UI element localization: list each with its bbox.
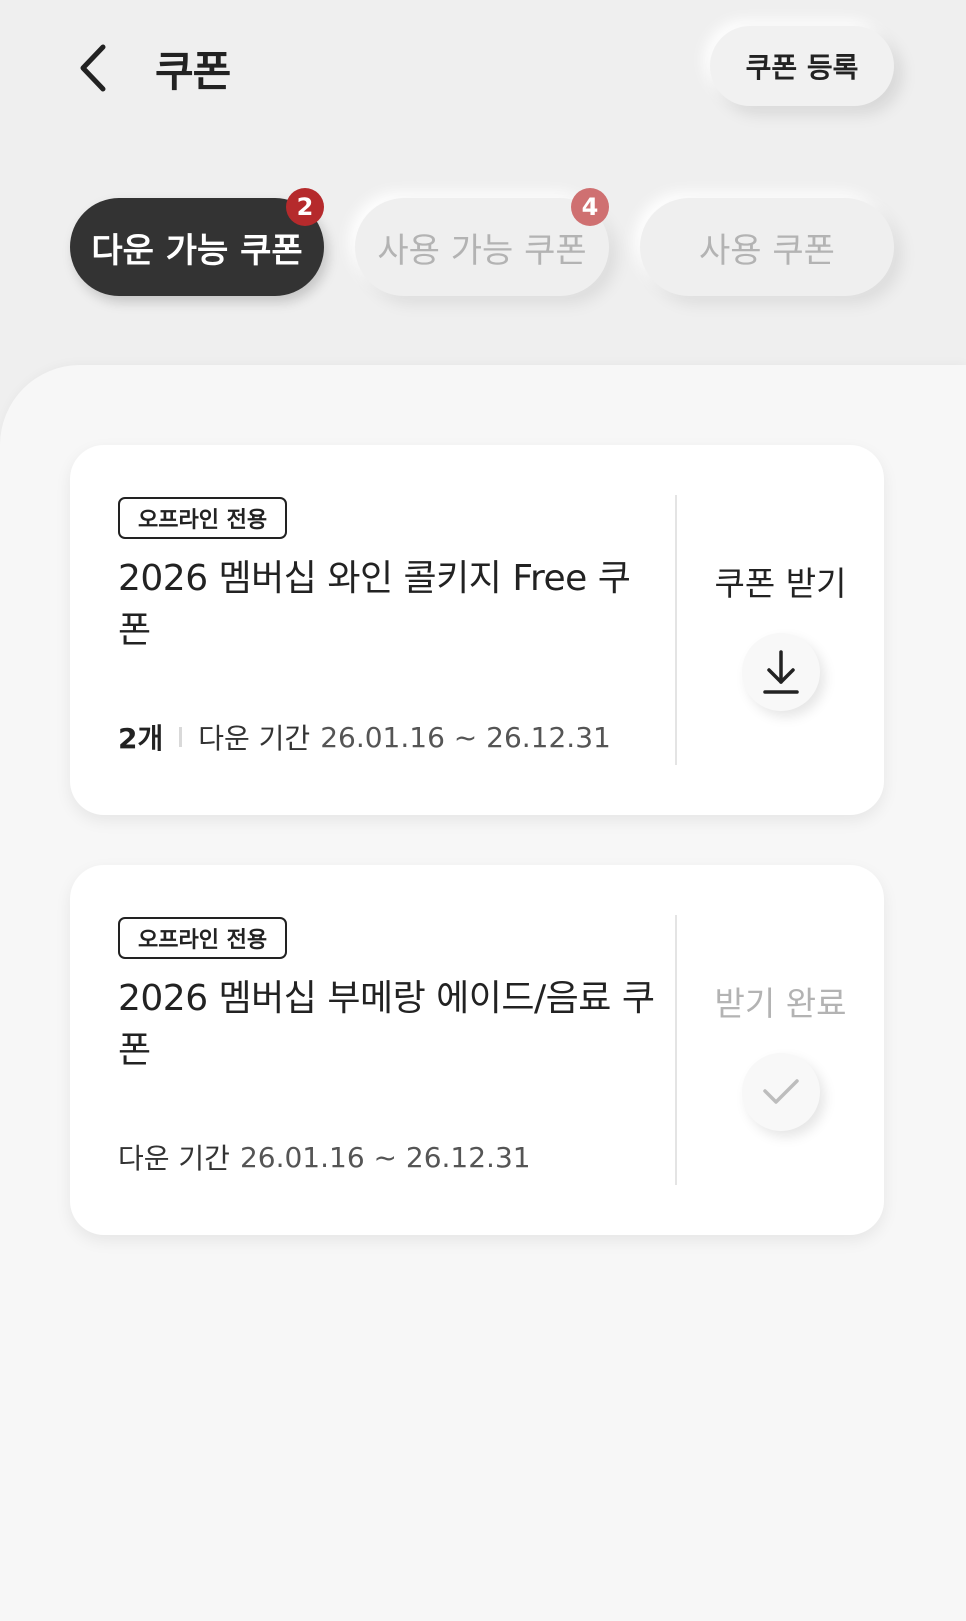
period-dates: 26.01.16 ~ 26.12.31 <box>239 1140 531 1174</box>
offline-only-tag: 오프라인 전용 <box>118 917 288 959</box>
coupon-register-button[interactable]: 쿠폰 등록 <box>710 26 894 106</box>
count-badge: 4 <box>571 188 609 226</box>
tab-label: 다운 가능 쿠폰 <box>91 230 303 271</box>
coupon-card: 오프라인 전용 2026 멤버십 부메랑 에이드/음료 쿠폰 다운 기간 26.… <box>70 865 884 1235</box>
download-coupon-button[interactable] <box>742 633 820 711</box>
period-label: 다운 기간 <box>118 1142 230 1175</box>
coupon-title: 2026 멤버십 부메랑 에이드/음료 쿠폰 <box>118 978 655 1071</box>
tab-used-coupons[interactable]: 사용 쿠폰 <box>640 198 894 296</box>
check-icon <box>763 1079 799 1104</box>
tab-label: 사용 쿠폰 <box>699 230 835 271</box>
get-coupon-label[interactable]: 쿠폰 받기 <box>677 557 884 605</box>
back-button[interactable] <box>70 40 114 96</box>
coupon-card: 오프라인 전용 2026 멤버십 와인 콜키지 Free 쿠폰 2개 다운 기간… <box>70 445 884 815</box>
count-badge: 2 <box>286 188 324 226</box>
coupon-title: 2026 멤버십 와인 콜키지 Free 쿠폰 <box>118 558 631 651</box>
received-label: 받기 완료 <box>714 984 847 1023</box>
tab-label: 사용 가능 쿠폰 <box>377 230 587 271</box>
offline-only-tag: 오프라인 전용 <box>118 497 288 539</box>
header: 쿠폰 쿠폰 등록 <box>0 0 966 140</box>
meta-separator <box>179 727 183 747</box>
page-title: 쿠폰 <box>155 47 231 96</box>
coupon-count: 2개 <box>118 722 164 755</box>
coupon-meta: 다운 기간 26.01.16 ~ 26.12.31 <box>118 1137 531 1177</box>
chevron-left-icon <box>80 44 106 92</box>
card-divider <box>675 495 677 765</box>
period-dates: 26.01.16 ~ 26.12.31 <box>320 720 611 754</box>
download-icon <box>763 650 799 694</box>
coupon-meta: 2개 다운 기간 26.01.16 ~ 26.12.31 <box>118 717 611 757</box>
period-label: 다운 기간 <box>198 722 311 755</box>
card-divider <box>675 915 677 1185</box>
received-indicator <box>742 1053 820 1131</box>
